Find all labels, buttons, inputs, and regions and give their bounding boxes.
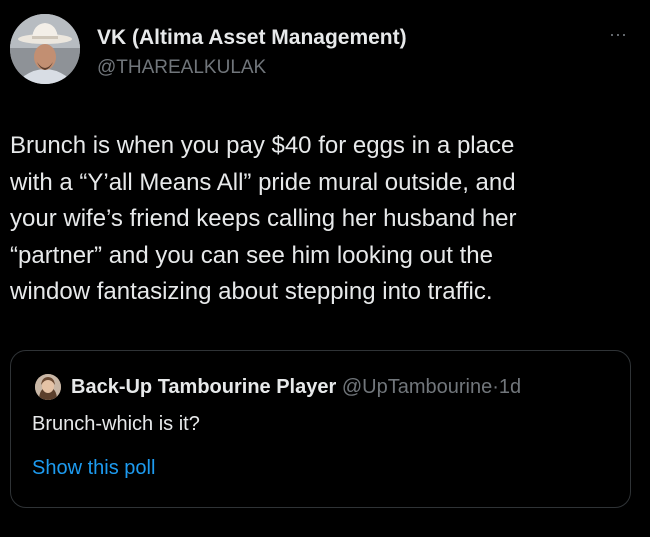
quoted-tweet-card[interactable]: Back-Up Tambourine Player @UpTambourine·… xyxy=(10,350,631,508)
quoted-author-handle[interactable]: @UpTambourine xyxy=(342,376,492,398)
author-avatar[interactable] xyxy=(10,14,80,84)
quoted-header: Back-Up Tambourine Player @UpTambourine·… xyxy=(71,374,521,400)
cowboy-hat-avatar-icon xyxy=(10,14,80,84)
tweet-text-line: Brunch is when you pay $40 for eggs in a… xyxy=(10,132,515,159)
tweet-text-line: with a “Y’all Means All” pride mural out… xyxy=(10,168,516,196)
tweet-text-line: your wife’s friend keeps calling her hus… xyxy=(10,205,517,232)
more-horizontal-icon[interactable]: ··· xyxy=(603,24,633,44)
quoted-author-name[interactable]: Back-Up Tambourine Player xyxy=(71,376,336,398)
show-poll-link[interactable]: Show this poll xyxy=(32,457,155,480)
author-handle[interactable]: @THAREALKULAK xyxy=(97,57,266,79)
quoted-timestamp[interactable]: 1d xyxy=(499,376,521,398)
tweet-text-line: window fantasizing about stepping into t… xyxy=(10,278,493,305)
separator-dot: · xyxy=(492,376,499,398)
author-name[interactable]: VK (Altima Asset Management) xyxy=(97,26,407,50)
tweet: VK (Altima Asset Management) @THAREALKUL… xyxy=(0,0,650,537)
tweet-text: Brunch is when you pay $40 for eggs in a… xyxy=(10,128,630,311)
quoted-text: Brunch-which is it? xyxy=(32,413,200,435)
quoted-author-avatar[interactable] xyxy=(35,374,61,400)
user-avatar-icon xyxy=(35,374,61,400)
tweet-text-line: “partner” and you can see him looking ou… xyxy=(10,241,493,269)
